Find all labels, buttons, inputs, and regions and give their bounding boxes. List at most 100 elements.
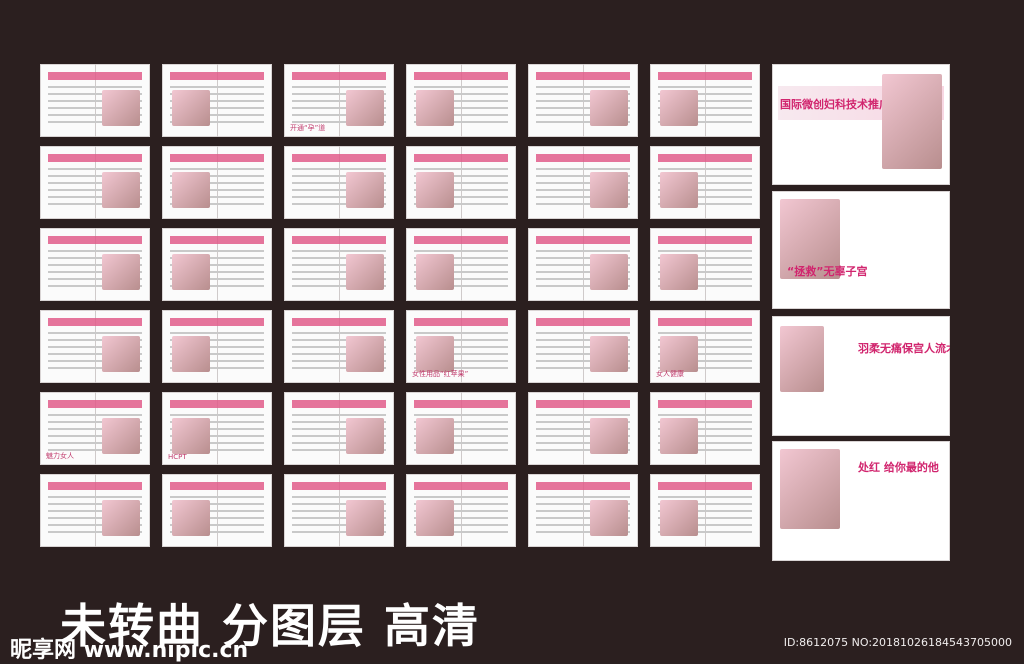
- spread-caption: 女性用品“红苹果”: [412, 370, 469, 378]
- magazine-spread[interactable]: [284, 474, 394, 547]
- text-line: [170, 250, 264, 252]
- spread-title-bar: [292, 400, 386, 408]
- magazine-spread[interactable]: [528, 228, 638, 301]
- spread-title-bar: [292, 236, 386, 244]
- text-line: [414, 168, 508, 170]
- magazine-spread[interactable]: [162, 228, 272, 301]
- text-line: [292, 496, 386, 498]
- spread-image: [660, 254, 698, 290]
- spread-title-bar: [170, 236, 264, 244]
- magazine-spread[interactable]: [406, 474, 516, 547]
- magazine-spread[interactable]: [162, 310, 272, 383]
- magazine-spread[interactable]: [650, 474, 760, 547]
- magazine-spread[interactable]: [528, 392, 638, 465]
- text-line: [536, 496, 630, 498]
- magazine-spread[interactable]: 开通“孕”道: [284, 64, 394, 137]
- spread-title-bar: [414, 400, 508, 408]
- spread-title-bar: [170, 400, 264, 408]
- spread-title-bar: [292, 154, 386, 162]
- spread-title-bar: [658, 482, 752, 490]
- magazine-spread[interactable]: [528, 146, 638, 219]
- spread-image: [172, 336, 210, 372]
- hero-image: [780, 449, 840, 529]
- text-line: [536, 414, 630, 416]
- text-line: [658, 86, 752, 88]
- hero-card-4[interactable]: 处红 给你最的他: [772, 441, 950, 561]
- spread-title-bar: [414, 236, 508, 244]
- spread-image: [416, 336, 454, 372]
- text-line: [536, 250, 630, 252]
- magazine-spread[interactable]: [40, 228, 150, 301]
- image-id: ID:8612075 NO:20181026184543705000: [783, 636, 1012, 649]
- magazine-spread[interactable]: [284, 392, 394, 465]
- spread-title-bar: [536, 154, 630, 162]
- text-line: [170, 86, 264, 88]
- spread-title-bar: [414, 72, 508, 80]
- magazine-spread[interactable]: [40, 146, 150, 219]
- spread-image: [660, 418, 698, 454]
- spread-title-bar: [48, 400, 142, 408]
- spread-image: [102, 254, 140, 290]
- watermark: 昵享网 www.nipic.cn: [10, 638, 249, 663]
- magazine-spread[interactable]: [40, 64, 150, 137]
- text-line: [170, 414, 264, 416]
- text-line: [414, 86, 508, 88]
- text-line: [170, 496, 264, 498]
- magazine-spread[interactable]: [284, 228, 394, 301]
- text-line: [170, 168, 264, 170]
- spread-image: [346, 418, 384, 454]
- text-line: [48, 414, 142, 416]
- magazine-spread[interactable]: [650, 228, 760, 301]
- spread-image: [102, 500, 140, 536]
- spread-title-bar: [292, 482, 386, 490]
- spread-image: [346, 90, 384, 126]
- design-board: 开通“孕”道女性用品“红苹果” 女人健康魅力女人 HCPT 国际微创妇科技术推广 “…: [0, 0, 1024, 663]
- spread-image: [172, 500, 210, 536]
- hero-card-1[interactable]: 国际微创妇科技术推广: [772, 64, 950, 185]
- spread-image: [590, 254, 628, 290]
- spread-image: [660, 500, 698, 536]
- spread-title-bar: [48, 154, 142, 162]
- spread-image: [590, 172, 628, 208]
- spread-caption: 开通“孕”道: [290, 124, 326, 132]
- magazine-spread[interactable]: [162, 474, 272, 547]
- spread-title-bar: [414, 318, 508, 326]
- magazine-spread[interactable]: [406, 146, 516, 219]
- spread-image: [416, 172, 454, 208]
- magazine-spread[interactable]: [162, 146, 272, 219]
- magazine-spread[interactable]: [528, 64, 638, 137]
- magazine-spread[interactable]: [284, 310, 394, 383]
- magazine-spread[interactable]: [162, 64, 272, 137]
- magazine-spread[interactable]: [284, 146, 394, 219]
- magazine-spread[interactable]: [650, 64, 760, 137]
- spread-title-bar: [170, 318, 264, 326]
- hero-card-3[interactable]: 羽柔无痛保宫人流术: [772, 316, 950, 436]
- magazine-spread[interactable]: 女性用品“红苹果”: [406, 310, 516, 383]
- magazine-spread[interactable]: [406, 228, 516, 301]
- spread-title-bar: [48, 236, 142, 244]
- magazine-spread[interactable]: [528, 310, 638, 383]
- spread-image: [660, 336, 698, 372]
- magazine-spread[interactable]: [406, 392, 516, 465]
- text-line: [658, 250, 752, 252]
- spread-image: [102, 90, 140, 126]
- magazine-spread[interactable]: [650, 146, 760, 219]
- spread-image: [590, 90, 628, 126]
- magazine-spread[interactable]: [40, 474, 150, 547]
- hero-card-2[interactable]: “拯救”无辜子宫: [772, 191, 950, 309]
- spread-image: [172, 254, 210, 290]
- spread-title-bar: [658, 154, 752, 162]
- magazine-spread[interactable]: HCPT: [162, 392, 272, 465]
- text-line: [292, 332, 386, 334]
- text-line: [414, 332, 508, 334]
- text-line: [48, 332, 142, 334]
- spread-title-bar: [536, 482, 630, 490]
- magazine-spread[interactable]: [40, 310, 150, 383]
- magazine-spread[interactable]: [650, 392, 760, 465]
- magazine-spread[interactable]: 女人健康: [650, 310, 760, 383]
- spread-title-bar: [48, 318, 142, 326]
- magazine-spread[interactable]: [406, 64, 516, 137]
- magazine-spread[interactable]: 魅力女人: [40, 392, 150, 465]
- magazine-spread[interactable]: [528, 474, 638, 547]
- text-line: [48, 168, 142, 170]
